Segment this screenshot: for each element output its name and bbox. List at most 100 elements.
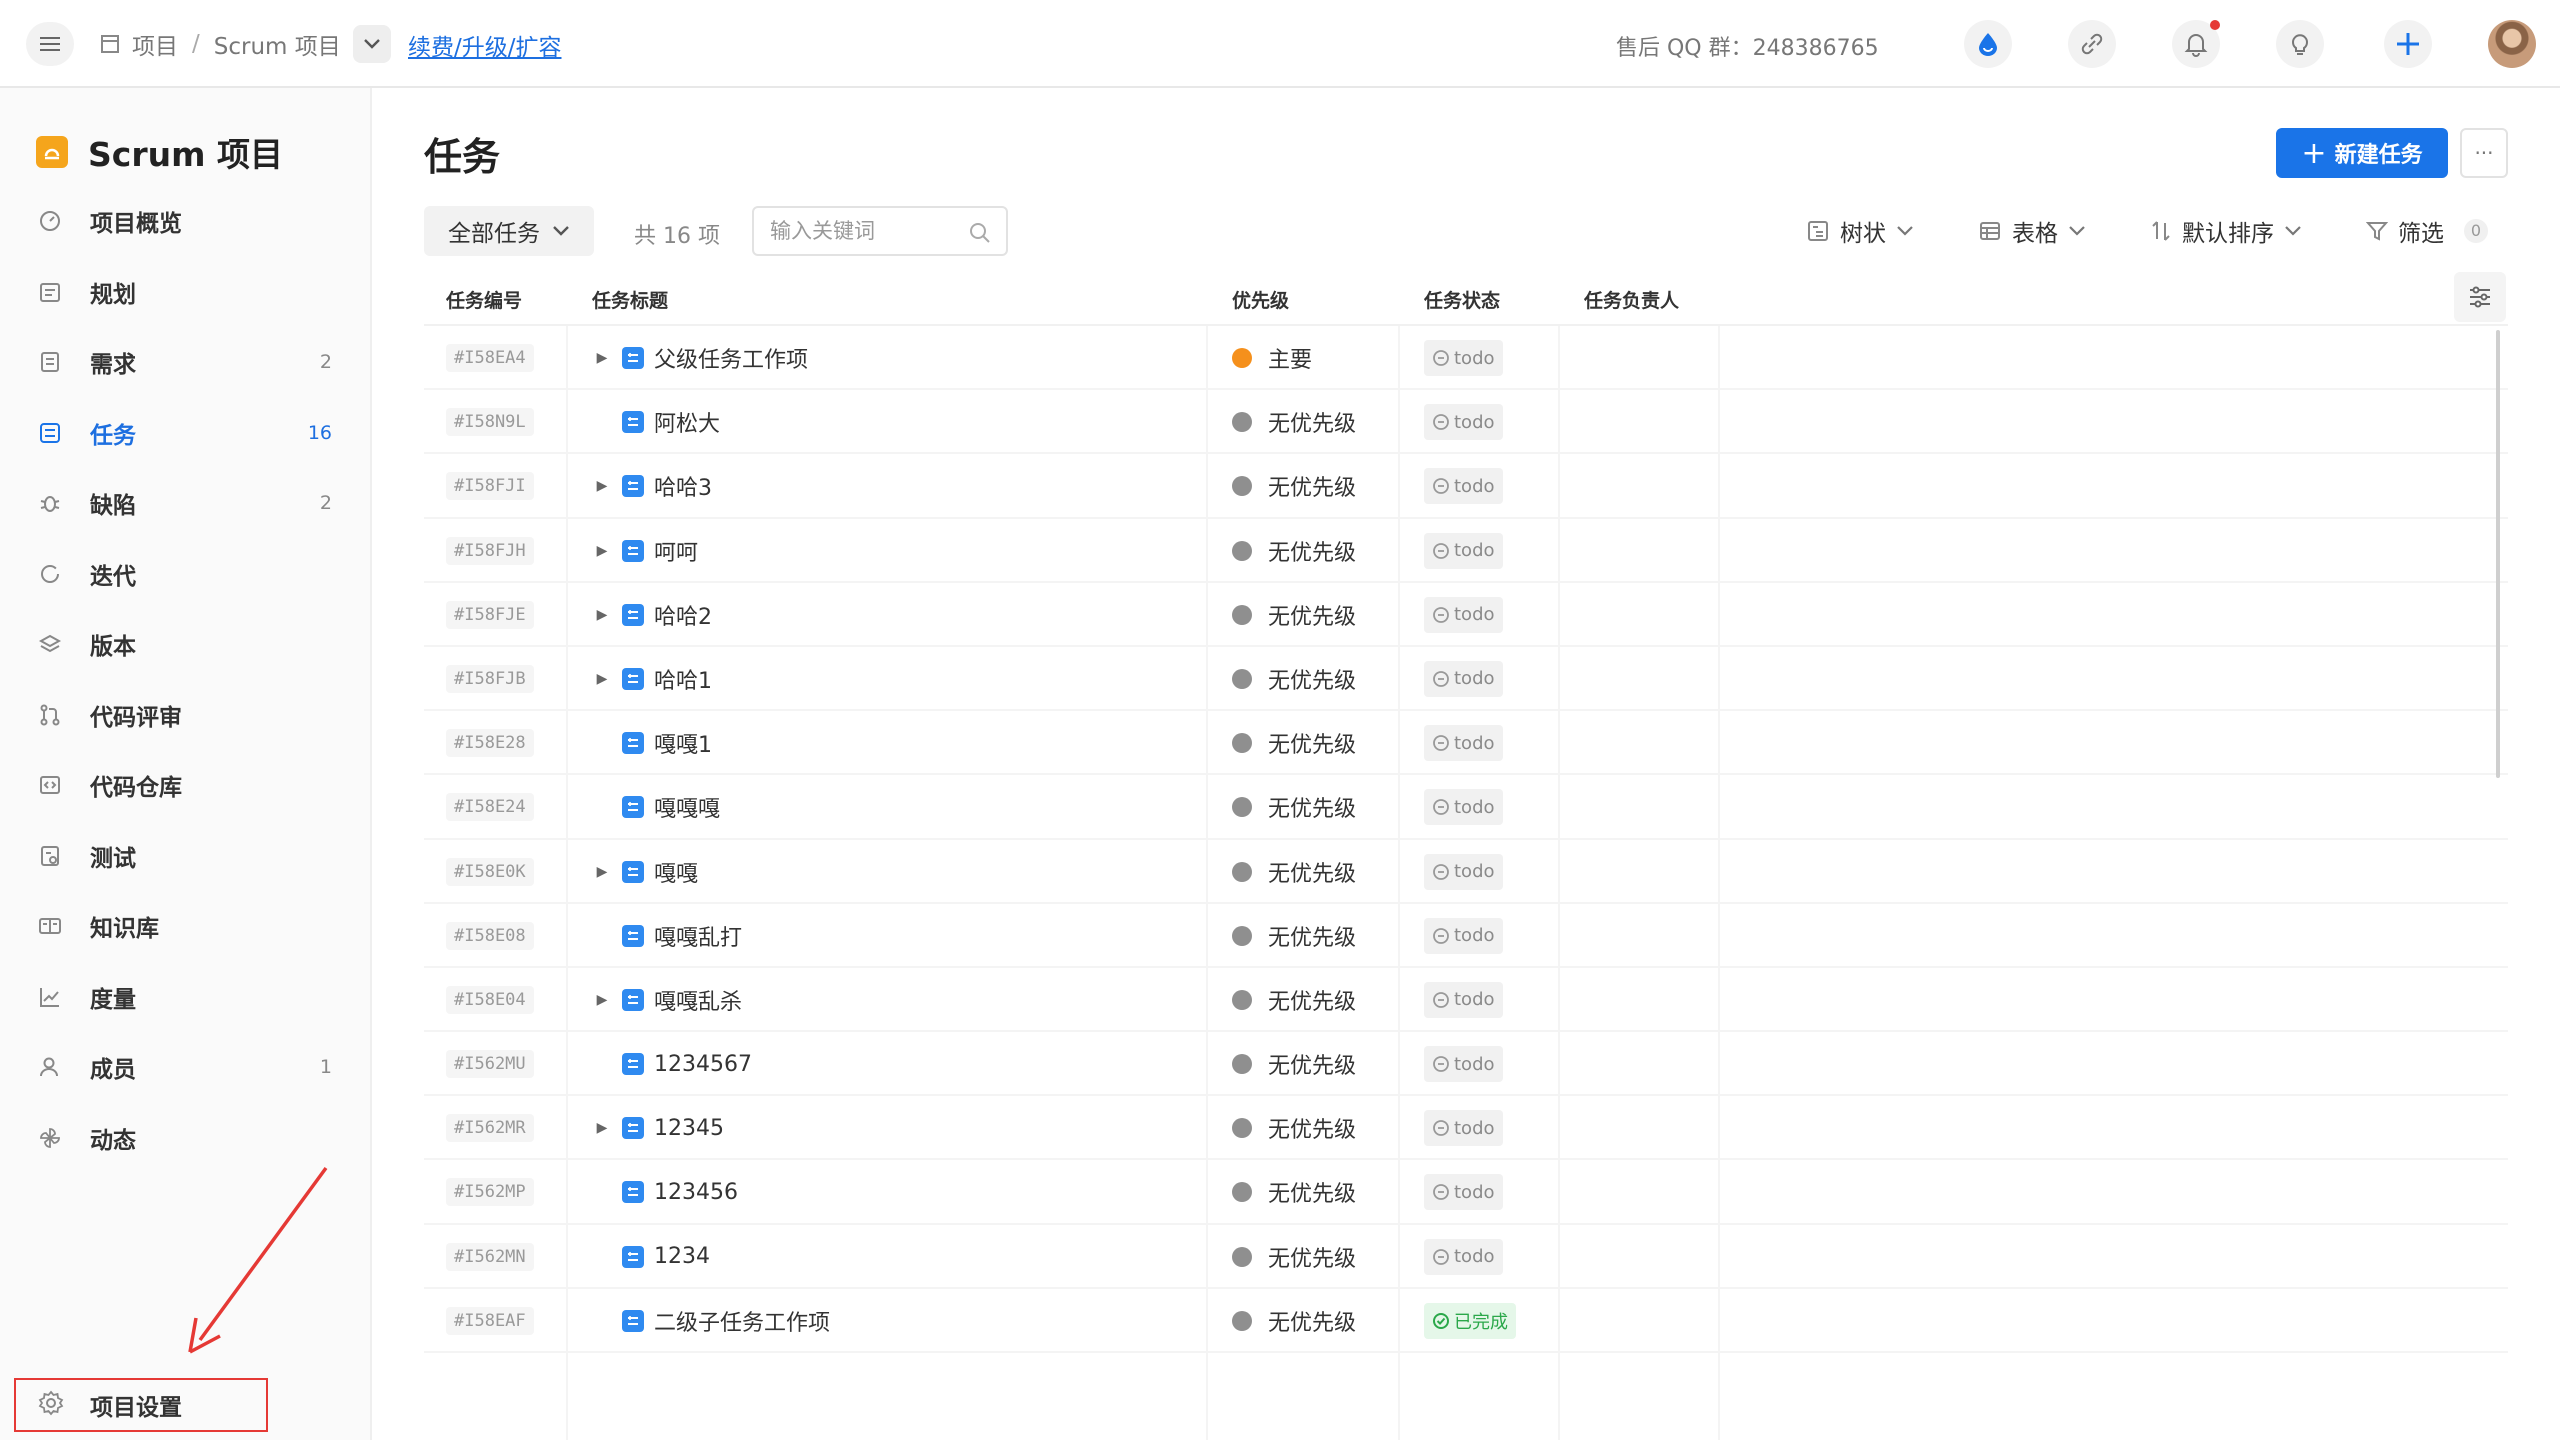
status-badge[interactable]: todo [1424,1238,1503,1275]
task-priority-cell[interactable]: 无优先级 [1232,1289,1356,1353]
task-status-cell[interactable]: todo [1424,454,1503,518]
search-input[interactable] [770,219,960,243]
task-status-cell[interactable]: 已完成 [1424,1289,1516,1353]
table-row[interactable]: #I58N9L 阿松大 无优先级 todo [424,390,2508,455]
task-title[interactable]: 嘎嘎 [654,856,698,888]
task-title[interactable]: 嘎嘎乱打 [654,920,742,952]
task-id[interactable]: #I562MP [446,1178,534,1207]
status-badge[interactable]: todo [1424,340,1503,376]
status-badge[interactable]: todo [1424,789,1503,826]
task-id[interactable]: #I562MN [446,1242,534,1271]
task-assignee-cell[interactable] [1584,454,1724,518]
table-row[interactable]: #I562MP 123456 无优先级 todo [424,1160,2508,1225]
breadcrumb-current-project[interactable]: Scrum 项目 [214,27,341,61]
table-row[interactable]: #I58E04 ▶ 嘎嘎乱杀 无优先级 todo [424,968,2508,1033]
column-header-priority[interactable]: 优先级 [1232,286,1289,313]
task-title[interactable]: 嘎嘎1 [654,727,712,759]
search-box[interactable] [752,206,1008,256]
table-row[interactable]: #I58FJI ▶ 哈哈3 无优先级 todo [424,454,2508,519]
task-priority-cell[interactable]: 无优先级 [1232,583,1356,647]
table-view-dropdown[interactable]: 表格 [1978,214,2086,248]
task-id[interactable]: #I562MU [446,1050,534,1079]
task-status-cell[interactable]: todo [1424,519,1503,583]
task-status-cell[interactable]: todo [1424,647,1503,711]
sidebar-item-planning[interactable]: 规划 [0,257,372,328]
task-status-cell[interactable]: todo [1424,1032,1503,1096]
task-status-cell[interactable]: todo [1424,326,1503,390]
task-id[interactable]: #I58E0K [446,857,534,886]
breadcrumb-projects[interactable]: 项目 [132,27,178,61]
task-title[interactable]: 123456 [654,1180,738,1205]
task-title[interactable]: 父级任务工作项 [654,342,808,374]
sidebar-item-activity[interactable]: 动态 [0,1103,372,1174]
task-priority-cell[interactable]: 无优先级 [1232,1032,1356,1096]
task-priority-cell[interactable]: 无优先级 [1232,711,1356,775]
task-priority-cell[interactable]: 无优先级 [1232,519,1356,583]
table-row[interactable]: #I58E24 嘎嘎嘎 无优先级 todo [424,775,2508,840]
task-id[interactable]: #I58E28 [446,729,534,758]
status-badge[interactable]: todo [1424,660,1503,697]
menu-toggle-button[interactable] [26,22,74,66]
expand-caret-icon[interactable]: ▶ [592,478,612,494]
task-title[interactable]: 嘎嘎乱杀 [654,984,742,1016]
task-title[interactable]: 二级子任务工作项 [654,1305,830,1337]
project-switch-dropdown[interactable] [352,25,391,63]
sidebar-item-versions[interactable]: 版本 [0,609,372,680]
sidebar-item-repository[interactable]: 代码仓库 [0,750,372,821]
task-id[interactable]: #I58E08 [446,921,534,950]
task-status-cell[interactable]: todo [1424,1096,1503,1160]
task-priority-cell[interactable]: 无优先级 [1232,840,1356,904]
task-title[interactable]: 12345 [654,1116,724,1141]
task-id[interactable]: #I58EA4 [446,344,534,372]
task-assignee-cell[interactable] [1584,904,1724,968]
table-row[interactable]: #I562MR ▶ 12345 无优先级 todo [424,1096,2508,1161]
task-assignee-cell[interactable] [1584,583,1724,647]
task-assignee-cell[interactable] [1584,390,1724,454]
task-priority-cell[interactable]: 主要 [1232,326,1312,390]
table-row[interactable]: #I58FJB ▶ 哈哈1 无优先级 todo [424,647,2508,712]
sidebar-item-iterations[interactable]: 迭代 [0,539,372,610]
task-title[interactable]: 1234567 [654,1052,752,1077]
task-priority-cell[interactable]: 无优先级 [1232,904,1356,968]
expand-caret-icon[interactable]: ▶ [592,671,612,687]
column-settings-button[interactable] [2454,272,2506,322]
table-row[interactable]: #I562MN 1234 无优先级 todo [424,1225,2508,1289]
task-priority-cell[interactable]: 无优先级 [1232,1225,1356,1289]
task-priority-cell[interactable]: 无优先级 [1232,647,1356,711]
table-row[interactable]: #I562MU 1234567 无优先级 todo [424,1032,2508,1097]
table-row[interactable]: #I58EA4 ▶ 父级任务工作项 主要 todo [424,326,2508,391]
task-status-cell[interactable]: todo [1424,775,1503,839]
task-title[interactable]: 嘎嘎嘎 [654,791,720,823]
task-status-cell[interactable]: todo [1424,840,1503,904]
new-task-button[interactable]: + 新建任务 [2276,128,2448,178]
status-badge[interactable]: todo [1424,1174,1503,1211]
task-priority-cell[interactable]: 无优先级 [1232,454,1356,518]
task-priority-cell[interactable]: 无优先级 [1232,1160,1356,1224]
sidebar-item-project-settings[interactable]: 项目设置 [14,1378,268,1432]
sidebar-item-code-review[interactable]: 代码评审 [0,680,372,751]
tree-view-dropdown[interactable]: 树状 [1806,214,1914,248]
task-assignee-cell[interactable] [1584,1225,1724,1289]
status-badge[interactable]: todo [1424,725,1503,762]
task-status-cell[interactable]: todo [1424,711,1503,775]
brand-drop-button[interactable] [1964,20,2012,68]
more-actions-button[interactable]: ··· [2460,128,2508,178]
task-id[interactable]: #I58FJB [446,664,534,693]
task-assignee-cell[interactable] [1584,519,1724,583]
table-scrollbar[interactable] [2496,330,2500,778]
task-title[interactable]: 哈哈1 [654,663,712,695]
task-status-cell[interactable]: todo [1424,583,1503,647]
tips-button[interactable] [2276,20,2324,68]
task-id[interactable]: #I58EAF [446,1306,534,1335]
status-badge[interactable]: todo [1424,468,1503,505]
link-button[interactable] [2068,20,2116,68]
task-title[interactable]: 呵呵 [654,535,698,567]
status-badge[interactable]: todo [1424,1110,1503,1147]
expand-caret-icon[interactable]: ▶ [592,350,612,366]
sidebar-item-members[interactable]: 成员 1 [0,1032,372,1103]
task-priority-cell[interactable]: 无优先级 [1232,390,1356,454]
task-id[interactable]: #I562MR [446,1114,534,1143]
table-row[interactable]: #I58FJE ▶ 哈哈2 无优先级 todo [424,583,2508,647]
task-id[interactable]: #I58N9L [446,408,534,437]
task-filter-dropdown[interactable]: 全部任务 [424,206,594,256]
